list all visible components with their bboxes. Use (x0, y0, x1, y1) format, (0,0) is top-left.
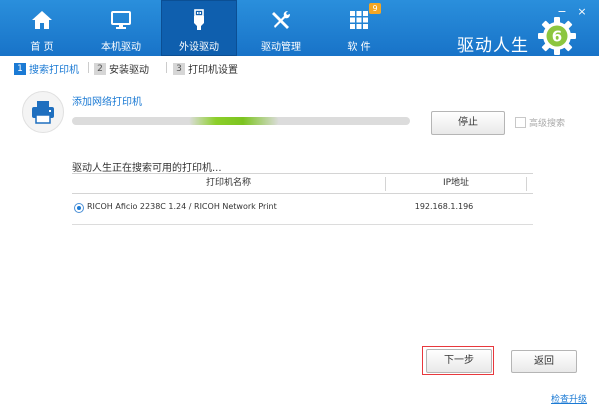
step-label: 安装驱动 (109, 65, 149, 76)
top-nav-bar: 首 页 本机驱动 外设驱动 驱动管理 软 件 9 − × 驱动人生 6 (0, 0, 599, 56)
next-button[interactable]: 下一步 (426, 349, 492, 373)
usb-icon (194, 9, 204, 30)
column-header-ip-address: IP地址 (442, 178, 470, 188)
step-divider (88, 62, 89, 73)
printer-name-cell: RICOH Aficio 2238C 1.24 / RICOH Network … (87, 202, 277, 211)
step-divider (166, 62, 167, 73)
printer-table: 打印机名称 IP地址 RICOH Aficio 2238C 1.24 / RIC… (72, 173, 533, 225)
column-header-printer-name: 打印机名称 (205, 178, 251, 188)
driver-life-logo-icon: 6 (538, 17, 576, 55)
logo-digit: 6 (552, 28, 562, 46)
close-button[interactable]: × (575, 5, 589, 19)
step-label: 搜索打印机 (29, 65, 79, 76)
add-network-printer-link[interactable]: 添加网络打印机 (72, 93, 142, 108)
nav-label-peripheral-drivers: 外设驱动 (179, 42, 219, 53)
advanced-search-label: 高级搜索 (529, 119, 566, 129)
brand-title: 驱动人生 (457, 36, 529, 56)
driver-life-window: 首 页 本机驱动 外设驱动 驱动管理 软 件 9 − × 驱动人生 6 1 搜索… (0, 0, 599, 408)
nav-item-local-drivers[interactable]: 本机驱动 (83, 0, 159, 56)
step-number: 3 (173, 62, 185, 75)
nav-item-driver-management[interactable]: 驱动管理 (243, 0, 319, 56)
stop-button[interactable]: 停止 (431, 111, 505, 135)
printer-ip-cell: 192.168.1.196 (414, 202, 474, 211)
nav-label-home: 首 页 (30, 42, 54, 53)
table-divider (72, 224, 533, 225)
step-printer-settings: 3 打印机设置 (173, 61, 238, 76)
search-progress-bar (72, 117, 410, 125)
table-header: 打印机名称 IP地址 (72, 173, 533, 194)
printer-radio-selected[interactable] (74, 203, 84, 213)
nav-item-peripheral-drivers[interactable]: 外设驱动 (161, 0, 237, 56)
table-row[interactable]: RICOH Aficio 2238C 1.24 / RICOH Network … (72, 197, 533, 219)
step-label: 打印机设置 (188, 65, 238, 76)
search-status-text: 驱动人生正在搜索可用的打印机... (72, 163, 222, 174)
nav-item-software[interactable]: 软 件 (321, 0, 397, 56)
search-progress-fill (189, 117, 279, 125)
monitor-icon (111, 11, 131, 29)
nav-label-driver-management: 驱动管理 (261, 42, 301, 53)
software-update-badge: 9 (369, 3, 381, 14)
home-icon (32, 11, 52, 29)
printer-icon (32, 101, 54, 124)
wizard-steps: 1 搜索打印机 2 安装驱动 3 打印机设置 (0, 56, 599, 78)
tools-icon (272, 11, 290, 29)
step-install-driver: 2 安装驱动 (94, 61, 149, 76)
step-number: 1 (14, 62, 26, 75)
column-divider (526, 177, 527, 191)
check-update-link[interactable]: 检查升级 (551, 392, 587, 405)
nav-label-software: 软 件 (347, 42, 371, 53)
advanced-search-checkbox[interactable] (515, 117, 526, 128)
printer-avatar (22, 91, 64, 133)
back-button[interactable]: 返回 (511, 350, 577, 373)
nav-label-local-drivers: 本机驱动 (101, 42, 141, 53)
step-number: 2 (94, 62, 106, 75)
nav-item-home[interactable]: 首 页 (4, 0, 80, 56)
apps-grid-icon (350, 11, 368, 29)
step-search-printer: 1 搜索打印机 (14, 61, 79, 76)
